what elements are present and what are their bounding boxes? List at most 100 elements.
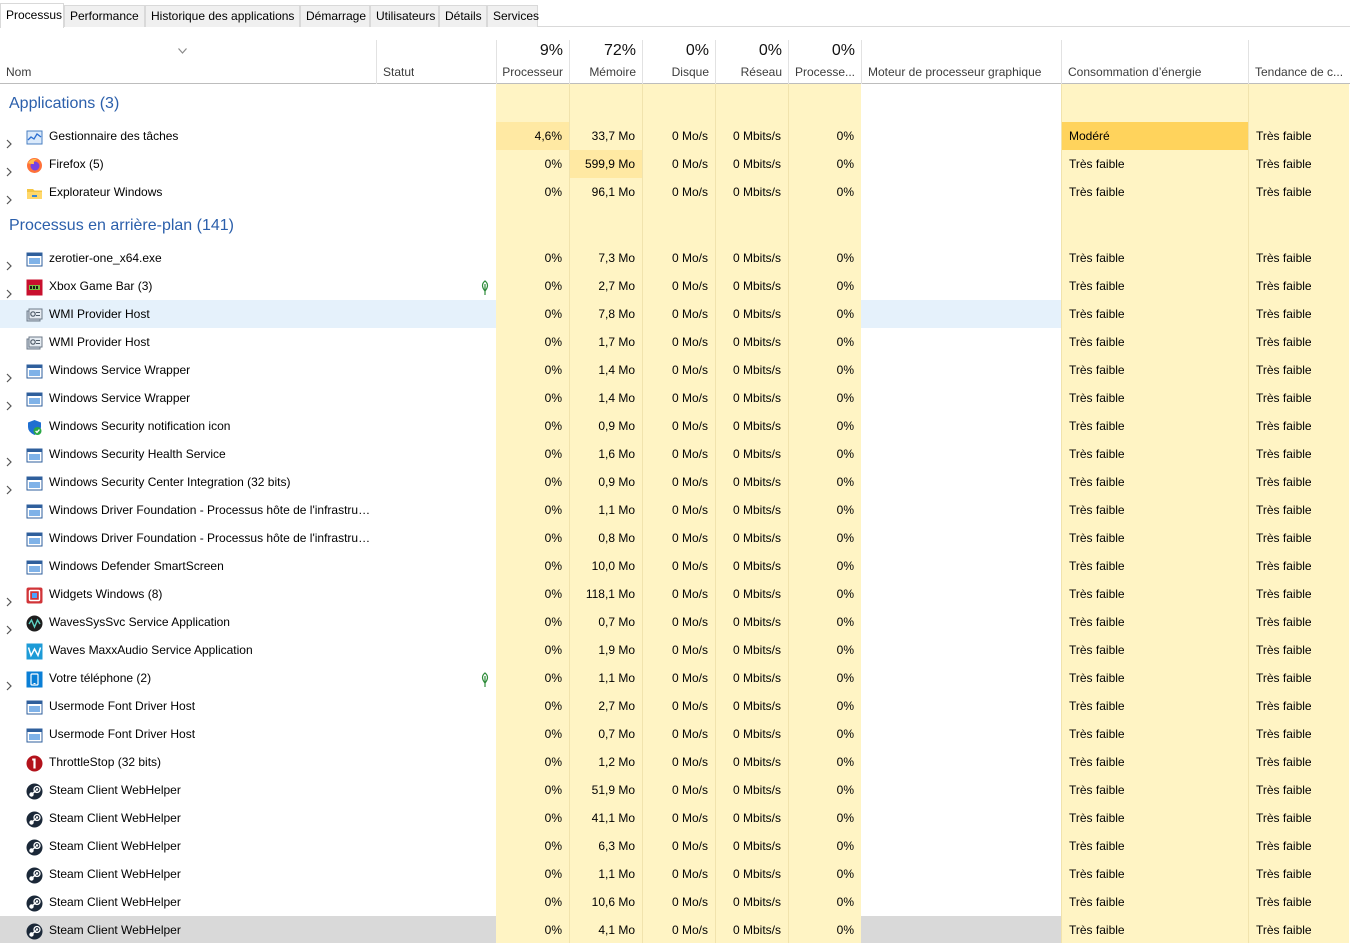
service-window-icon: [26, 726, 43, 743]
process-name-cell[interactable]: Explorateur Windows: [0, 178, 496, 206]
process-gpu-cell: 0%: [788, 552, 861, 580]
process-name-cell[interactable]: WMI Provider Host: [0, 300, 496, 328]
expand-chevron-icon[interactable]: [5, 131, 13, 149]
process-row[interactable]: Steam Client WebHelper 0% 4,1 Mo 0 Mo/s 0 Mb…: [0, 916, 1350, 943]
process-name-cell[interactable]: Windows Defender SmartScreen: [0, 552, 496, 580]
process-name-cell[interactable]: Widgets Windows (8): [0, 580, 496, 608]
expand-chevron-icon[interactable]: [5, 159, 13, 177]
process-name-cell[interactable]: Votre téléphone (2): [0, 664, 496, 692]
waves-circle-icon: [26, 614, 43, 632]
process-list: Applications (3) Gestionnaire des tâches 4…: [0, 84, 1350, 943]
header-gpu[interactable]: 0% Processe...: [788, 40, 861, 84]
process-row[interactable]: Steam Client WebHelper 0% 51,9 Mo 0 Mo/s 0 M…: [0, 776, 1350, 804]
tab-performance[interactable]: Performance: [64, 5, 145, 27]
process-name-cell[interactable]: zerotier-one_x64.exe: [0, 244, 496, 272]
process-row[interactable]: Windows Defender SmartScreen 0% 10,0 Mo 0 M…: [0, 552, 1350, 580]
service-window-icon: [26, 502, 43, 519]
process-name: Windows Driver Foundation - Processus hô…: [49, 531, 374, 545]
process-name-cell[interactable]: Firefox (5): [0, 150, 496, 178]
process-row[interactable]: Explorateur Windows 0% 96,1 Mo 0 Mo/s 0 Mbit…: [0, 178, 1350, 206]
expand-chevron-icon[interactable]: [5, 589, 13, 607]
process-row[interactable]: Votre téléphone (2) 0% 1,1 Mo 0 Mo/s 0 Mbits…: [0, 664, 1350, 692]
header-name[interactable]: Nom: [0, 40, 376, 84]
header-power-trend[interactable]: Tendance de c...: [1248, 40, 1349, 84]
expand-chevron-icon[interactable]: [5, 393, 13, 411]
process-row[interactable]: Gestionnaire des tâches 4,6% 33,7 Mo 0 Mo/s…: [0, 122, 1350, 150]
process-name-cell[interactable]: Windows Security notification icon: [0, 412, 496, 440]
process-name-cell[interactable]: Steam Client WebHelper: [0, 860, 496, 888]
process-name-cell[interactable]: ThrottleStop (32 bits): [0, 748, 496, 776]
process-row[interactable]: Usermode Font Driver Host 0% 2,7 Mo 0 Mo/s 0…: [0, 692, 1350, 720]
expand-chevron-icon[interactable]: [5, 281, 13, 299]
process-row[interactable]: ThrottleStop (32 bits) 0% 1,2 Mo 0 Mo/s 0 Mb…: [0, 748, 1350, 776]
process-name-cell[interactable]: Windows Security Health Service: [0, 440, 496, 468]
expand-chevron-icon[interactable]: [5, 365, 13, 383]
tab-details[interactable]: Détails: [439, 5, 487, 27]
process-mem-cell: 41,1 Mo: [569, 804, 642, 832]
process-net-cell: 0 Mbits/s: [715, 244, 788, 272]
expand-chevron-icon[interactable]: [5, 253, 13, 271]
process-name: Windows Defender SmartScreen: [49, 559, 224, 573]
process-row[interactable]: Steam Client WebHelper 0% 1,1 Mo 0 Mo/s 0 Mb…: [0, 860, 1350, 888]
process-name-cell[interactable]: Steam Client WebHelper: [0, 832, 496, 860]
process-row[interactable]: Widgets Windows (8) 0% 118,1 Mo 0 Mo/s 0 Mbi…: [0, 580, 1350, 608]
process-row[interactable]: Waves MaxxAudio Service Application 0% 1,9…: [0, 636, 1350, 664]
process-row[interactable]: Usermode Font Driver Host 0% 0,7 Mo 0 Mo/s 0…: [0, 720, 1350, 748]
header-power[interactable]: Consommation d’énergie: [1061, 40, 1248, 84]
process-row[interactable]: Windows Security notification icon 0% 0,9 …: [0, 412, 1350, 440]
process-name-cell[interactable]: Windows Service Wrapper: [0, 384, 496, 412]
process-row[interactable]: Xbox Game Bar (3) 0% 2,7 Mo 0 Mo/s 0 Mbits/s…: [0, 272, 1350, 300]
process-row[interactable]: Steam Client WebHelper 0% 6,3 Mo 0 Mo/s 0 Mb…: [0, 832, 1350, 860]
process-row[interactable]: zerotier-one_x64.exe 0% 7,3 Mo 0 Mo/s 0 Mbit…: [0, 244, 1350, 272]
process-row[interactable]: WMI Provider Host 0% 7,8 Mo 0 Mo/s 0 Mbits/s…: [0, 300, 1350, 328]
expand-chevron-icon[interactable]: [5, 617, 13, 635]
process-name-cell[interactable]: Gestionnaire des tâches: [0, 122, 496, 150]
process-row[interactable]: Windows Security Center Integration (32 …: [0, 468, 1350, 496]
header-cpu[interactable]: 9% Processeur: [496, 40, 569, 84]
process-power-cell: Très faible: [1061, 748, 1248, 776]
process-row[interactable]: Windows Security Health Service 0% 1,6 Mo 0…: [0, 440, 1350, 468]
tab-services[interactable]: Services: [487, 5, 539, 27]
process-name-cell[interactable]: WMI Provider Host: [0, 328, 496, 356]
process-name-cell[interactable]: WavesSysSvc Service Application: [0, 608, 496, 636]
process-name-cell[interactable]: Steam Client WebHelper: [0, 804, 496, 832]
process-name-cell[interactable]: Steam Client WebHelper: [0, 916, 496, 943]
header-gpu-engine[interactable]: Moteur de processeur graphique: [861, 40, 1061, 84]
process-row[interactable]: Windows Service Wrapper 0% 1,4 Mo 0 Mo/s 0 M…: [0, 356, 1350, 384]
header-memory-percent: 72%: [603, 42, 636, 59]
expand-chevron-icon[interactable]: [5, 477, 13, 495]
process-row[interactable]: Windows Driver Foundation - Processus hô…: [0, 524, 1350, 552]
process-gpu-cell: 0%: [788, 804, 861, 832]
header-status[interactable]: Statut: [376, 40, 496, 84]
tab-demarrage[interactable]: Démarrage: [300, 5, 370, 27]
process-name-cell[interactable]: Steam Client WebHelper: [0, 888, 496, 916]
process-row[interactable]: WavesSysSvc Service Application 0% 0,7 Mo 0…: [0, 608, 1350, 636]
process-name-cell[interactable]: Windows Driver Foundation - Processus hô…: [0, 524, 496, 552]
process-row[interactable]: Firefox (5) 0% 599,9 Mo 0 Mo/s 0 Mbits/s 0% Tr…: [0, 150, 1350, 178]
process-name-cell[interactable]: Steam Client WebHelper: [0, 776, 496, 804]
tab-processus[interactable]: Processus: [0, 3, 64, 28]
process-name-cell[interactable]: Windows Driver Foundation - Processus hô…: [0, 496, 496, 524]
header-network[interactable]: 0% Réseau: [715, 40, 788, 84]
process-name-cell[interactable]: Xbox Game Bar (3): [0, 272, 496, 300]
expand-chevron-icon[interactable]: [5, 449, 13, 467]
process-row[interactable]: Steam Client WebHelper 0% 41,1 Mo 0 Mo/s 0 M…: [0, 804, 1350, 832]
process-name-cell[interactable]: Windows Service Wrapper: [0, 356, 496, 384]
process-row[interactable]: Steam Client WebHelper 0% 10,6 Mo 0 Mo/s 0 M…: [0, 888, 1350, 916]
process-name-cell[interactable]: Usermode Font Driver Host: [0, 692, 496, 720]
process-name-cell[interactable]: Usermode Font Driver Host: [0, 720, 496, 748]
tab-utilisateurs[interactable]: Utilisateurs: [370, 5, 439, 27]
service-window-icon: [26, 250, 43, 267]
process-row[interactable]: Windows Service Wrapper 0% 1,4 Mo 0 Mo/s 0 M…: [0, 384, 1350, 412]
process-name-cell[interactable]: Windows Security Center Integration (32 …: [0, 468, 496, 496]
process-name-cell[interactable]: Waves MaxxAudio Service Application: [0, 636, 496, 664]
process-name: Windows Service Wrapper: [49, 363, 191, 377]
header-disk[interactable]: 0% Disque: [642, 40, 715, 84]
process-power-trend-cell: Très faible: [1248, 440, 1349, 468]
expand-chevron-icon[interactable]: [5, 673, 13, 691]
header-memory[interactable]: 72% Mémoire: [569, 40, 642, 84]
process-row[interactable]: WMI Provider Host 0% 1,7 Mo 0 Mo/s 0 Mbits/s…: [0, 328, 1350, 356]
expand-chevron-icon[interactable]: [5, 187, 13, 205]
tab-historique[interactable]: Historique des applications: [145, 5, 300, 27]
process-row[interactable]: Windows Driver Foundation - Processus hô…: [0, 496, 1350, 524]
